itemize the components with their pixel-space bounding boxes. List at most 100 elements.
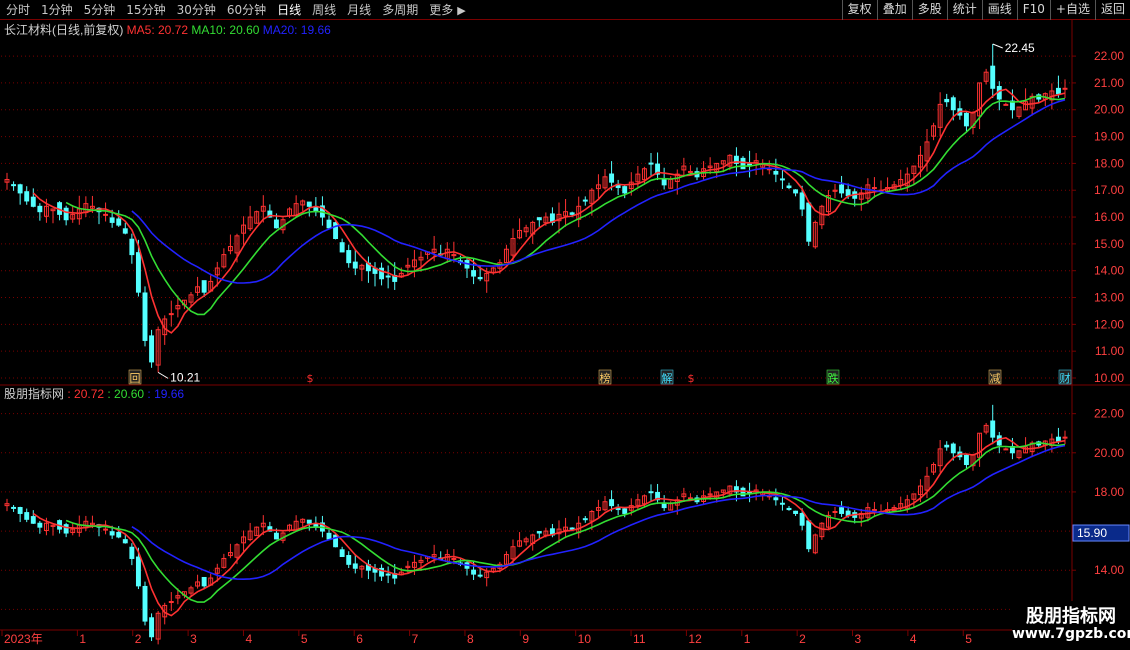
candle-body <box>149 335 155 363</box>
candle-body <box>346 250 352 264</box>
candle-body <box>799 192 805 210</box>
candle-body <box>687 170 693 173</box>
candle-body <box>142 292 148 341</box>
low-pointer <box>157 371 169 379</box>
event-marker: 跌 <box>828 371 839 385</box>
candle-body <box>339 549 345 558</box>
candle-body <box>352 261 358 269</box>
x-label: 3 <box>855 632 862 646</box>
period-tab[interactable]: 60分钟 <box>221 0 271 20</box>
period-tab[interactable]: 月线 <box>341 0 376 20</box>
main-chart-title: 长江材料(日线,前复权) MA5: 20.72 MA10: 20.60 MA20… <box>4 22 331 37</box>
toolbar-button[interactable]: 返回 <box>1094 0 1130 20</box>
toolbar-button[interactable]: 多股 <box>911 0 947 20</box>
period-tab[interactable]: 多周期 <box>376 0 423 20</box>
x-label: 8 <box>467 632 474 646</box>
candle-body <box>339 242 345 253</box>
candle-body <box>990 65 996 89</box>
candle-body <box>201 280 207 293</box>
more-arrow-icon: ▶ <box>457 3 466 17</box>
ma5-line <box>32 88 1066 334</box>
toolbar-button[interactable]: +自选 <box>1049 0 1095 20</box>
candle-body <box>273 532 279 540</box>
toolbar-button[interactable]: F10 <box>1016 0 1050 20</box>
period-tab[interactable]: 更多 ▶ <box>423 0 470 21</box>
period-tab[interactable]: 15分钟 <box>120 0 170 20</box>
candle-body <box>661 179 667 186</box>
x-label: 10 <box>578 632 592 646</box>
x-label: 9 <box>522 632 529 646</box>
sub-chart-title: 股朋指标网 : 20.72 : 20.60 : 19.66 <box>4 386 184 401</box>
candle-body <box>536 531 542 534</box>
candle-body <box>648 162 654 165</box>
toolbar-button[interactable]: 画线 <box>981 0 1017 20</box>
candle-body <box>17 184 23 194</box>
candle-body <box>63 207 69 221</box>
candle-body <box>963 112 969 127</box>
candle-body <box>109 531 115 536</box>
candle-body <box>129 546 135 559</box>
toolbar-button[interactable]: 统计 <box>946 0 982 20</box>
candle-body <box>779 178 785 181</box>
period-tab[interactable]: 分时 <box>0 0 35 20</box>
x-label: 5 <box>301 632 308 646</box>
candle-body <box>135 556 141 587</box>
price-axes: 22.00 21.00 20.00 19.00 18.00 17.00 16.00 15.00… <box>157 41 1130 616</box>
period-tab[interactable]: 1分钟 <box>35 0 78 20</box>
price-tick: 15.00 <box>1094 237 1124 251</box>
period-tab[interactable]: 30分钟 <box>171 0 221 20</box>
toolbar-button[interactable]: 复权 <box>841 0 877 20</box>
candle-body <box>1062 436 1068 439</box>
candle-body <box>582 199 588 202</box>
candle-body <box>609 499 615 507</box>
brand-name: 股朋指标网 <box>1026 606 1116 627</box>
toolbar-button[interactable]: 叠加 <box>876 0 912 20</box>
candle-body <box>109 217 115 223</box>
candle-body <box>37 522 43 528</box>
event-marker: 减 <box>990 372 1001 385</box>
candle-body <box>1003 103 1009 106</box>
sub-candles <box>4 404 1068 645</box>
candle-body <box>103 213 109 216</box>
candle-body <box>839 184 845 194</box>
x-label: 2 <box>135 632 142 646</box>
candle-body <box>333 222 339 240</box>
candle-body <box>793 189 799 194</box>
candle-body <box>142 585 148 622</box>
price-tick: 22.00 <box>1094 49 1124 63</box>
period-tab[interactable]: 日线 <box>271 0 306 20</box>
candle-body <box>622 508 628 514</box>
period-tab[interactable]: 周线 <box>306 0 341 20</box>
period-tab[interactable]: 5分钟 <box>78 0 121 20</box>
event-marker: 财 <box>1060 371 1071 385</box>
candle-body <box>122 539 128 544</box>
period-tabs: 分时 1分钟 5分钟 15分钟 30分钟 60分钟 日线 周线 月线 多周期 更多 ▶ <box>0 0 471 20</box>
candle-body <box>30 196 36 207</box>
candle-body <box>63 524 69 534</box>
candle-body <box>944 98 950 103</box>
event-marker: 榜 <box>600 371 611 385</box>
candle-body <box>306 519 312 524</box>
candle-body <box>569 527 575 530</box>
candle-body <box>116 218 122 226</box>
candle-body <box>661 503 667 509</box>
candle-body <box>648 491 654 494</box>
x-label: 3 <box>190 632 197 646</box>
candle-body <box>471 569 477 575</box>
kline-chart[interactable]: 22.00 21.00 20.00 19.00 18.00 17.00 16.00 15.00… <box>0 20 1130 650</box>
price-tick: 13.00 <box>1094 291 1124 305</box>
x-label: 11 <box>633 632 646 646</box>
high-marker: 22.45 <box>1005 41 1035 55</box>
top-toolbar: 分时 1分钟 5分钟 15分钟 30分钟 60分钟 日线 周线 月线 多周期 更多 ▶ 复权 叠加 多股统… <box>0 0 1130 20</box>
candle-body <box>135 252 141 293</box>
main-candles <box>4 44 1068 373</box>
candle-body <box>352 563 358 569</box>
candle-body <box>168 601 174 604</box>
candle-body <box>346 555 352 565</box>
event-marker: $ <box>307 372 314 385</box>
candle-body <box>149 617 155 638</box>
candle-body <box>30 516 36 524</box>
candle-body <box>609 173 615 183</box>
time-axis: 2023年1234567891011121234567 <box>1 630 1083 646</box>
candle-body <box>306 201 312 207</box>
